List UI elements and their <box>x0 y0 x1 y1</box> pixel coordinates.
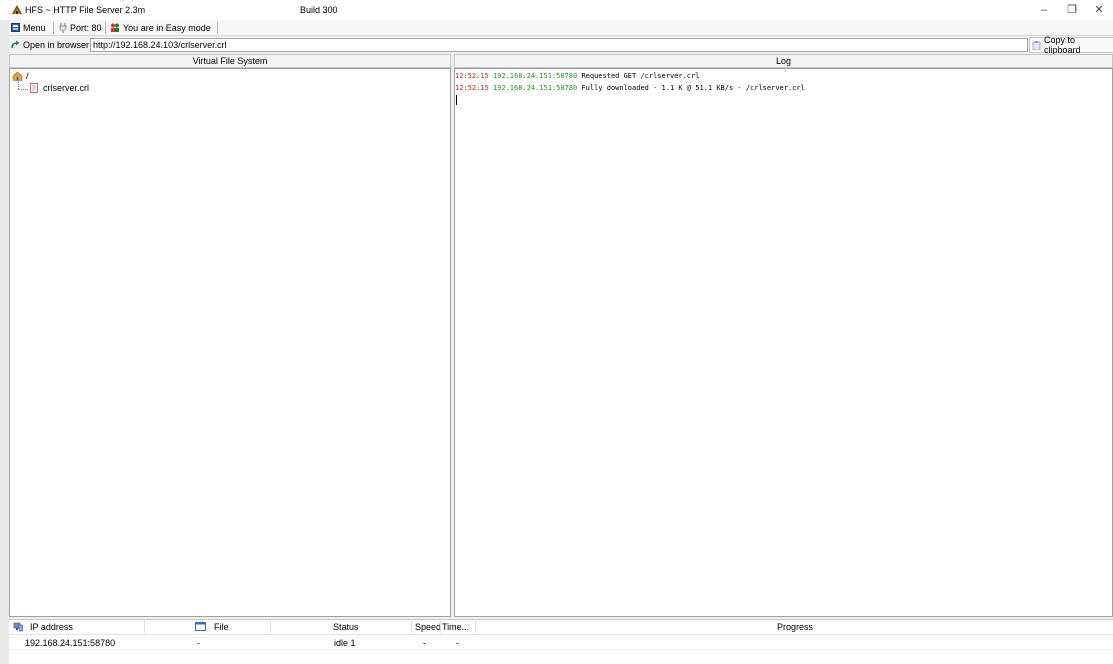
column-divider[interactable] <box>411 619 412 633</box>
mode-button[interactable]: You are in Easy mode <box>110 21 211 34</box>
toolbar: Menu Port: 80 You are in Easy mode <box>9 20 1113 36</box>
tree-connector <box>18 89 28 90</box>
connection-file: - <box>197 638 200 648</box>
log-address: 192.168.24.151:58780 <box>492 72 578 80</box>
vfs-panel[interactable]: / crlserver.crl <box>9 68 451 617</box>
vfs-header: Virtual File System <box>9 54 451 68</box>
column-divider[interactable] <box>270 619 271 633</box>
vfs-root-node[interactable]: / <box>12 71 29 81</box>
column-divider[interactable] <box>440 619 441 633</box>
port-label: Port: 80 <box>70 22 102 33</box>
open-in-browser-label: Open in browser <box>23 39 90 50</box>
build-label: Build 300 <box>300 5 338 15</box>
port-plug-icon <box>59 22 67 33</box>
url-field[interactable]: http://192.168.24.103/crlserver.crl <box>90 38 1028 52</box>
copy-to-clipboard-button[interactable]: Copy to clipboard <box>1029 35 1113 55</box>
connection-status: idle 1 <box>334 638 356 648</box>
column-status[interactable]: Status <box>333 622 359 632</box>
log-message: Requested GET /crlserver.crl <box>581 72 700 80</box>
column-divider[interactable] <box>144 619 145 633</box>
vfs-root-label: / <box>26 71 29 81</box>
text-caret <box>456 95 457 105</box>
window-left-edge <box>0 20 9 664</box>
connection-row[interactable]: 192.168.24.151:58780 - idle 1 - - <box>9 635 1113 649</box>
column-file[interactable]: File <box>214 622 229 632</box>
log-entry: 12:52:15 192.168.24.151:58780 Requested … <box>455 72 699 80</box>
url-bar: Open in browser http://192.168.24.103/cr… <box>9 35 1113 55</box>
log-time: 12:52:15 <box>455 72 489 80</box>
close-button[interactable]: ✕ <box>1092 3 1106 17</box>
vfs-file-name: crlserver.crl <box>43 83 90 93</box>
log-entry: 12:52:15 192.168.24.151:58780 Fully down… <box>455 84 805 92</box>
open-browser-arrow-icon <box>11 40 20 49</box>
clipboard-icon <box>1032 40 1041 50</box>
log-address: 192.168.24.151:58780 <box>492 84 578 92</box>
log-panel[interactable] <box>454 68 1113 617</box>
connection-ip: 192.168.24.151:58780 <box>25 638 116 648</box>
column-ip-address[interactable]: IP address <box>30 622 73 632</box>
copy-to-clipboard-label: Copy to clipboard <box>1044 35 1081 55</box>
connection-speed: - <box>423 638 426 648</box>
users-icon <box>111 23 119 32</box>
connections-empty-area <box>9 650 1113 664</box>
log-header: Log <box>454 54 1113 68</box>
menu-icon <box>11 23 20 32</box>
column-speed[interactable]: Speed <box>415 622 441 632</box>
column-divider[interactable] <box>475 619 476 633</box>
menu-button[interactable]: Menu <box>11 21 46 34</box>
vfs-file-item[interactable]: crlserver.crl <box>30 83 89 93</box>
port-button[interactable]: Port: 80 <box>59 21 102 34</box>
open-in-browser-button[interactable]: Open in browser <box>11 38 89 51</box>
network-computer-icon <box>13 622 23 632</box>
home-folder-icon <box>12 71 23 81</box>
column-time[interactable]: Time... <box>442 622 469 632</box>
tree-connector <box>18 81 19 89</box>
mode-label: You are in Easy mode <box>123 22 211 33</box>
log-time: 12:52:15 <box>455 84 489 92</box>
menu-label: Menu <box>23 22 46 33</box>
toolbar-divider <box>105 22 106 34</box>
file-icon <box>30 83 38 93</box>
title-bar: HFS ~ HTTP File Server 2.3m Build 300 – … <box>0 0 1113 20</box>
toolbar-divider <box>217 22 218 34</box>
restore-button[interactable]: ❐ <box>1065 3 1079 17</box>
toolbar-divider <box>53 22 54 34</box>
window-title: HFS ~ HTTP File Server 2.3m <box>25 5 146 15</box>
connection-time: - <box>456 638 459 648</box>
minimize-button[interactable]: – <box>1037 3 1051 17</box>
column-progress[interactable]: Progress <box>777 622 813 632</box>
file-window-icon <box>195 622 206 631</box>
log-message: Fully downloaded - 1.1 K @ 51.1 KB/s - /… <box>581 84 805 92</box>
connections-header: IP address File Status Speed Time... Pro… <box>9 619 1113 635</box>
hfs-app-icon <box>12 5 22 14</box>
